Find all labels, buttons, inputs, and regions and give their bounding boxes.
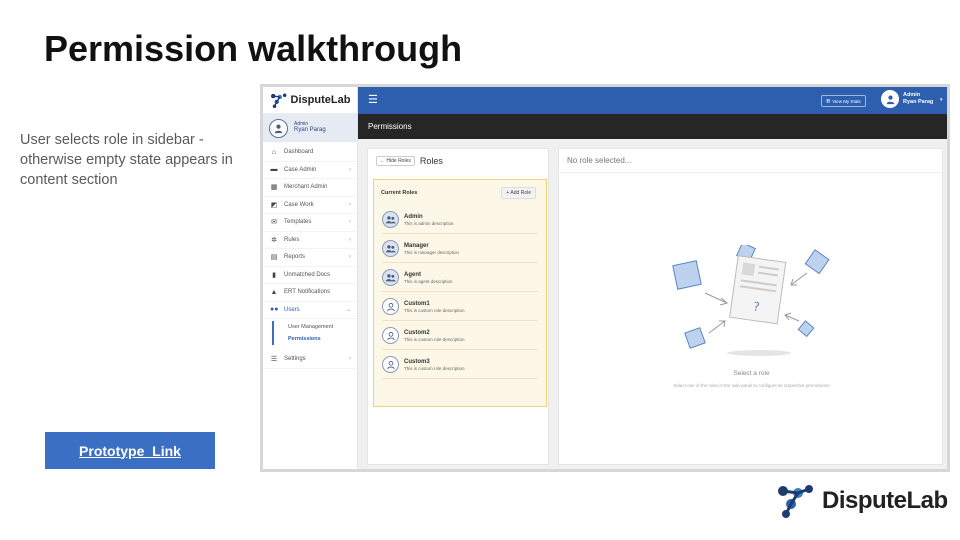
brand-name: DisputeLab [822,487,948,514]
sidebar-item-case-work[interactable]: ◩ Case Work › [263,197,357,214]
user-icon [382,298,399,315]
sidebar-item-dashboard[interactable]: ⌂ Dashboard [263,144,357,162]
empty-state-title: Select a role [733,370,770,377]
edit-icon: ◩ [270,201,278,209]
role-item-custom3[interactable]: Custom3 This is custom role description [382,351,538,379]
chevron-right-icon: › [349,166,351,173]
user-icon [274,124,283,133]
empty-state-subtitle: Select one of the roles in the side pane… [673,383,830,388]
document-icon: ▤ [270,254,278,262]
chevron-right-icon: › [349,236,351,243]
chevron-down-icon: ⌄ [345,307,351,314]
role-item-custom2[interactable]: Custom2 This is custom role description [382,322,538,350]
roles-list: Current Roles + Add Role Admin This is ad… [373,179,547,407]
sidebar-item-ert-notifications[interactable]: ▲ ERT Notifications [263,284,357,302]
roles-title: Roles [419,156,443,166]
user-icon [382,356,399,373]
user-icon [886,95,894,104]
home-icon: ⌂ [271,148,277,156]
disputelab-logo-icon [778,485,813,518]
role-item-custom1[interactable]: Custom1 This is custom role description [382,293,538,321]
subnav-item-permissions[interactable]: Permissions [288,333,357,345]
sidebar: DisputeLab Admin Ryan Parag ⌂ Dashboard ▬… [263,87,358,469]
empty-state-illustration: ? [672,245,830,356]
chevron-right-icon: › [349,254,351,261]
sidebar-item-case-admin[interactable]: ▬ Case Admin › [263,162,357,179]
sidebar-item-templates[interactable]: ✉ Templates › [263,214,357,232]
page-title-bar: Permissions [358,114,947,139]
sidebar-logo[interactable]: DisputeLab [263,87,357,114]
group-icon [382,269,399,286]
sliders-icon: ☰ [270,356,278,364]
building-icon: ▦ [270,184,278,192]
chevron-right-icon: › [349,356,351,363]
hamburger-menu-icon[interactable]: ☰ [368,93,378,106]
sidebar-item-reports[interactable]: ▤ Reports › [263,249,357,267]
sidebar-nav: ⌂ Dashboard ▬ Case Admin › ▦ Merchant Admin … [263,142,357,369]
slide-description: User selects role in sidebar - otherwise… [20,132,233,188]
users-subnav: User Management Permissions [272,321,357,345]
group-icon [382,240,399,257]
prototype-link-button[interactable]: Prototype_Link [45,432,215,469]
envelope-icon: ✉ [271,219,277,227]
role-detail-panel: No role selected... ? Select a role Sele… [558,148,943,465]
topbar-user-role: Admin [903,91,921,98]
sidebar-user[interactable]: Admin Ryan Parag [263,114,357,142]
briefcase-icon: ▬ [270,166,278,174]
top-bar: ☰ ▥ View My Stats Admin Ryan Parag ▾ [358,87,947,114]
avatar [269,118,288,138]
sidebar-item-rules[interactable]: ✲ Rules › [263,232,357,249]
roles-panel: ← Hide Roles Roles Current Roles + Add R… [367,148,549,465]
avatar [881,90,899,108]
sidebar-item-settings[interactable]: ☰ Settings › [263,351,357,369]
detail-header: No role selected... [559,149,942,173]
chevron-right-icon: › [349,201,351,208]
role-item-agent[interactable]: Agent This is agent description [382,264,538,292]
sidebar-item-merchant-admin[interactable]: ▦ Merchant Admin [263,179,357,197]
group-icon [382,211,399,228]
subnav-item-user-management[interactable]: User Management [288,321,357,333]
user-icon [382,327,399,344]
slide-title: Permission walkthrough [44,28,463,69]
topbar-user-menu[interactable]: Admin Ryan Parag [881,90,933,108]
chart-icon: ▥ [826,98,831,103]
users-icon: ●● [270,306,279,314]
file-icon: ▮ [272,271,276,279]
sidebar-user-name: Ryan Parag [294,127,326,134]
caret-down-icon[interactable]: ▾ [940,97,943,103]
warning-icon: ▲ [270,288,278,296]
gear-icon: ✲ [271,236,277,244]
role-item-manager[interactable]: Manager This is manager description [382,235,538,263]
add-role-button[interactable]: + Add Role [501,187,536,199]
sidebar-item-unmatched-docs[interactable]: ▮ Unmatched Docs [263,267,357,284]
sidebar-item-users[interactable]: ●● Users ⌄ [263,302,357,319]
role-item-admin[interactable]: Admin This is admin description [382,206,538,234]
current-roles-label: Current Roles [381,190,418,196]
sidebar-logo-name: DisputeLab [290,94,351,106]
hide-roles-button[interactable]: ← Hide Roles [376,156,415,166]
view-my-stats-button[interactable]: ▥ View My Stats [821,95,866,107]
disputelab-logo-icon [270,92,286,108]
brand-logo: DisputeLab [776,484,948,518]
page-title: Permissions [368,122,412,131]
app-screenshot: DisputeLab Admin Ryan Parag ⌂ Dashboard ▬… [260,84,950,472]
chevron-right-icon: › [349,219,351,226]
topbar-user-name: Ryan Parag [903,99,934,105]
